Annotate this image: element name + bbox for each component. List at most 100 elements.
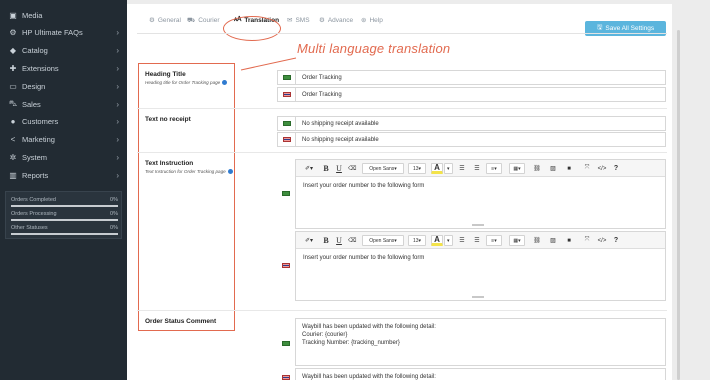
editor-resize-handle[interactable] <box>472 224 484 226</box>
field-value: Order Tracking <box>302 91 342 98</box>
picture-icon[interactable]: ▨ <box>549 163 557 174</box>
sidebar-item[interactable]: ● Customers › <box>0 113 127 131</box>
stat-value: 0% <box>110 211 118 217</box>
chevron-right-icon: › <box>116 81 119 91</box>
toolbar-value: Open Sans <box>369 165 395 172</box>
table-icon[interactable]: ▦▾ <box>509 235 525 246</box>
eraser-icon[interactable]: ⌫ <box>348 163 356 174</box>
magic-icon[interactable]: ✐▾ <box>302 163 316 174</box>
tab-divider <box>137 33 667 34</box>
text-instruction-th-editor[interactable]: ✐▾ B U ⌫ Open Sans ▾ 13 ▾ A ▾ ☰ ☰ ≡▾ ▦▾ ⛓ ▨ ■ ⤧ </>? Ins… <box>295 231 666 301</box>
heading-title-help: Heading title for Order Tracking page <box>145 80 228 85</box>
stat-label: Other Statuses <box>11 225 48 231</box>
code-view-icon[interactable]: </> <box>597 235 607 246</box>
sidebar-item[interactable]: < Marketing › <box>0 131 127 149</box>
settings-tabs: ⚙ General ⛟ Courier 🗚 Translation ✉ SMS ⚙ Adv… <box>127 10 672 41</box>
tab-help[interactable]: ⊛ Help <box>361 16 383 25</box>
text-instruction-help: Text Instruction for Order Tracking page <box>145 169 233 174</box>
bold-icon[interactable]: B <box>322 163 330 174</box>
tag-icon: ◆ <box>9 46 17 56</box>
link-icon[interactable]: ⛓ <box>533 163 541 174</box>
chevron-right-icon: › <box>116 152 119 162</box>
heading-title-en-field[interactable]: Order Tracking <box>277 70 666 85</box>
order-status-comment-th-textarea[interactable]: Waybill has been updated with the follow… <box>295 368 666 380</box>
sidebar-item-label: Media <box>22 10 43 20</box>
underline-icon[interactable]: U <box>335 163 343 174</box>
sidebar-item[interactable]: ▥ Reports › <box>0 166 127 184</box>
flag-en-icon <box>278 117 296 130</box>
tab-courier[interactable]: ⛟ Courier <box>187 16 220 25</box>
caret-down-icon: ▾ <box>418 165 422 172</box>
tab-advance[interactable]: ⚙ Advance <box>319 16 353 25</box>
text-no-receipt-en-field[interactable]: No shipping receipt available <box>277 116 666 131</box>
gear-icon: ✲ <box>9 152 17 162</box>
video-icon[interactable]: ■ <box>565 163 573 174</box>
magic-icon[interactable]: ✐▾ <box>302 235 316 246</box>
sidebar-item[interactable]: ⚙ HP Ultimate FAQs › <box>0 24 127 42</box>
sidebar-item[interactable]: ▣ Media <box>0 6 127 24</box>
sidebar-item[interactable]: ✲ System › <box>0 148 127 166</box>
color-dropdown-icon[interactable]: ▾ <box>444 163 453 174</box>
tab-sms[interactable]: ✉ SMS <box>287 16 310 25</box>
font-family-select[interactable]: Open Sans ▾ <box>362 235 404 246</box>
toolbar-value: Open Sans <box>369 237 395 244</box>
text-instruction-en-editor[interactable]: ✐▾ B U ⌫ Open Sans ▾ 13 ▾ A ▾ ☰ ☰ ≡▾ ▦▾ ⛓ ▨ ■ ⤧ </>? Ins… <box>295 159 666 229</box>
unordered-list-icon[interactable]: ☰ <box>458 235 466 246</box>
help-icon: ⊛ <box>361 17 367 24</box>
save-button-label: Save All Settings <box>605 25 655 32</box>
tab-label: SMS <box>295 16 310 24</box>
puzzle-icon: ✚ <box>9 63 17 73</box>
video-icon[interactable]: ■ <box>565 235 573 246</box>
editor-resize-handle[interactable] <box>472 296 484 298</box>
font-size-select[interactable]: 13 ▾ <box>408 235 426 246</box>
link-icon[interactable]: ⛓ <box>533 235 541 246</box>
align-icon[interactable]: ≡▾ <box>486 163 502 174</box>
truck-icon: ⛟ <box>187 17 196 24</box>
editor-content[interactable]: Insert your order number to the followin… <box>303 183 424 189</box>
tab-general[interactable]: ⚙ General <box>149 16 181 25</box>
font-size-select[interactable]: 13 ▾ <box>408 163 426 174</box>
ordered-list-icon[interactable]: ☰ <box>473 235 481 246</box>
color-dropdown-icon[interactable]: ▾ <box>444 235 453 246</box>
field-value: No shipping receipt available <box>302 120 379 127</box>
font-color-icon[interactable]: A <box>431 235 443 246</box>
eraser-icon[interactable]: ⌫ <box>348 235 356 246</box>
help-icon[interactable]: ? <box>612 163 620 174</box>
gear-icon: ⚙ <box>149 17 155 24</box>
cogs-icon: ⚙ <box>319 17 325 24</box>
caret-down-icon: ▾ <box>394 237 397 244</box>
picture-icon[interactable]: ▨ <box>549 235 557 246</box>
fullscreen-icon[interactable]: ⤧ <box>583 163 591 174</box>
sms-icon: ✉ <box>287 17 293 24</box>
annotation-text: Multi language translation <box>297 41 451 56</box>
sidebar-item[interactable]: ▭ Design › <box>0 77 127 95</box>
code-view-icon[interactable]: </> <box>597 163 607 174</box>
heading-title-label: Heading Title <box>145 71 186 78</box>
flag-en-icon <box>277 336 295 351</box>
sidebar-item-label: Extensions <box>22 63 59 73</box>
text-no-receipt-th-field[interactable]: No shipping receipt available <box>277 132 666 147</box>
sidebar-item[interactable]: ◆ Catalog › <box>0 42 127 60</box>
help-icon[interactable]: ? <box>612 235 620 246</box>
sidebar: ▣ Media ⚙ HP Ultimate FAQs › ◆ Catalog › ✚ Extens… <box>0 0 127 380</box>
order-status-comment-en-textarea[interactable]: Waybill has been updated with the follow… <box>295 318 666 366</box>
ordered-list-icon[interactable]: ☰ <box>473 163 481 174</box>
labels-highlight-box <box>138 63 235 331</box>
bold-icon[interactable]: B <box>322 235 330 246</box>
editor-content[interactable]: Insert your order number to the followin… <box>303 255 424 261</box>
unordered-list-icon[interactable]: ☰ <box>458 163 466 174</box>
sidebar-item[interactable]: ⛍ Sales › <box>0 95 127 113</box>
scrollbar-thumb[interactable] <box>677 30 680 380</box>
share-icon: < <box>10 135 16 145</box>
fullscreen-icon[interactable]: ⤧ <box>583 235 591 246</box>
sidebar-item[interactable]: ✚ Extensions › <box>0 59 127 77</box>
font-family-select[interactable]: Open Sans ▾ <box>362 163 404 174</box>
sidebar-item-label: Marketing <box>22 135 55 145</box>
heading-title-th-field[interactable]: Order Tracking <box>277 87 666 102</box>
underline-icon[interactable]: U <box>335 235 343 246</box>
text-instruction-label: Text Instruction <box>145 160 194 167</box>
table-icon[interactable]: ▦▾ <box>509 163 525 174</box>
font-color-icon[interactable]: A <box>431 163 443 174</box>
cart-icon: ⛍ <box>8 99 18 108</box>
align-icon[interactable]: ≡▾ <box>486 235 502 246</box>
